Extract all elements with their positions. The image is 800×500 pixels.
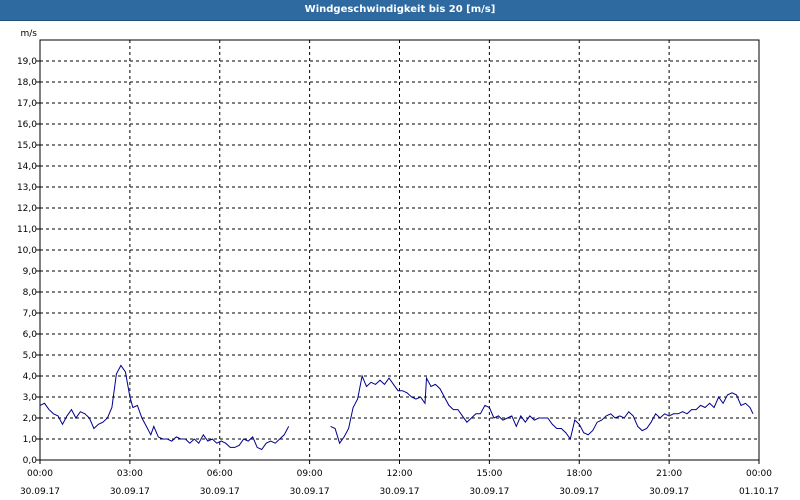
chart-area: 0,0 1,0 2,0 3,0 4,0 5,0 6,0 7,0 8,0 9,0 10,0 11,0 12… <box>0 21 800 500</box>
x-tick-date: 30.09.17 <box>200 487 240 497</box>
y-axis-unit: m/s <box>21 29 38 39</box>
y-tick-label: 14,0 <box>17 162 37 172</box>
y-tick-label: 19,0 <box>17 57 37 67</box>
x-tick-date: 30.09.17 <box>290 487 330 497</box>
y-tick-label: 8,0 <box>23 288 38 298</box>
y-tick-label: 3,0 <box>23 393 38 403</box>
x-tick-time: 15:00 <box>476 469 502 479</box>
y-tick-label: 18,0 <box>17 78 37 88</box>
chart-title: Windgeschwindigkeit bis 20 [m/s] <box>0 0 800 21</box>
y-tick-label: 6,0 <box>23 330 38 340</box>
y-tick-label: 11,0 <box>17 225 37 235</box>
x-tick-time: 09:00 <box>297 469 323 479</box>
x-tick-time: 00:00 <box>27 469 53 479</box>
y-tick-label: 10,0 <box>17 246 37 256</box>
x-tick-time: 12:00 <box>387 469 413 479</box>
y-tick-label: 9,0 <box>23 267 38 277</box>
y-tick-label: 1,0 <box>23 435 38 445</box>
x-tick-date: 30.09.17 <box>110 487 150 497</box>
x-tick-time: 18:00 <box>566 469 592 479</box>
x-tick-time: 21:00 <box>656 469 682 479</box>
y-tick-label: 0,0 <box>23 456 38 466</box>
x-tick-date: 30.09.17 <box>649 487 689 497</box>
x-tick-date: 01.10.17 <box>739 487 779 497</box>
wind-speed-chart: 0,0 1,0 2,0 3,0 4,0 5,0 6,0 7,0 8,0 9,0 10,0 11,0 12… <box>17 29 779 497</box>
x-tick-date: 30.09.17 <box>20 487 60 497</box>
x-tick-date: 30.09.17 <box>469 487 509 497</box>
x-tick-date: 30.09.17 <box>379 487 419 497</box>
wind-speed-line <box>39 364 290 451</box>
y-tick-label: 13,0 <box>17 183 37 193</box>
y-tick-label: 16,0 <box>17 120 37 130</box>
x-tick-time: 03:00 <box>117 469 143 479</box>
wind-speed-line <box>330 374 754 445</box>
y-tick-label: 17,0 <box>17 99 37 109</box>
y-tick-label: 7,0 <box>23 309 38 319</box>
x-tick-time: 00:00 <box>746 469 772 479</box>
y-tick-label: 15,0 <box>17 141 37 151</box>
y-tick-label: 4,0 <box>23 372 38 382</box>
y-tick-label: 5,0 <box>23 351 38 361</box>
y-tick-label: 2,0 <box>23 414 38 424</box>
x-tick-time: 06:00 <box>207 469 233 479</box>
x-tick-date: 30.09.17 <box>559 487 599 497</box>
y-tick-label: 12,0 <box>17 204 37 214</box>
